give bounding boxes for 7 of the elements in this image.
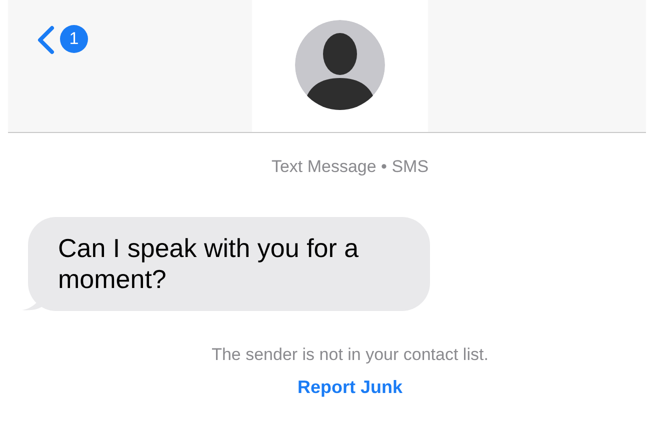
notice-text: The sender is not in your contact list.: [210, 345, 490, 365]
avatar-icon[interactable]: [295, 20, 385, 110]
report-junk-link[interactable]: Report Junk: [297, 377, 402, 398]
unread-badge: 1: [60, 25, 88, 53]
back-icon[interactable]: [36, 25, 56, 55]
service-label: Text Message • SMS: [270, 157, 430, 177]
message-bubble: Can I speak with you for a moment?: [28, 217, 430, 311]
